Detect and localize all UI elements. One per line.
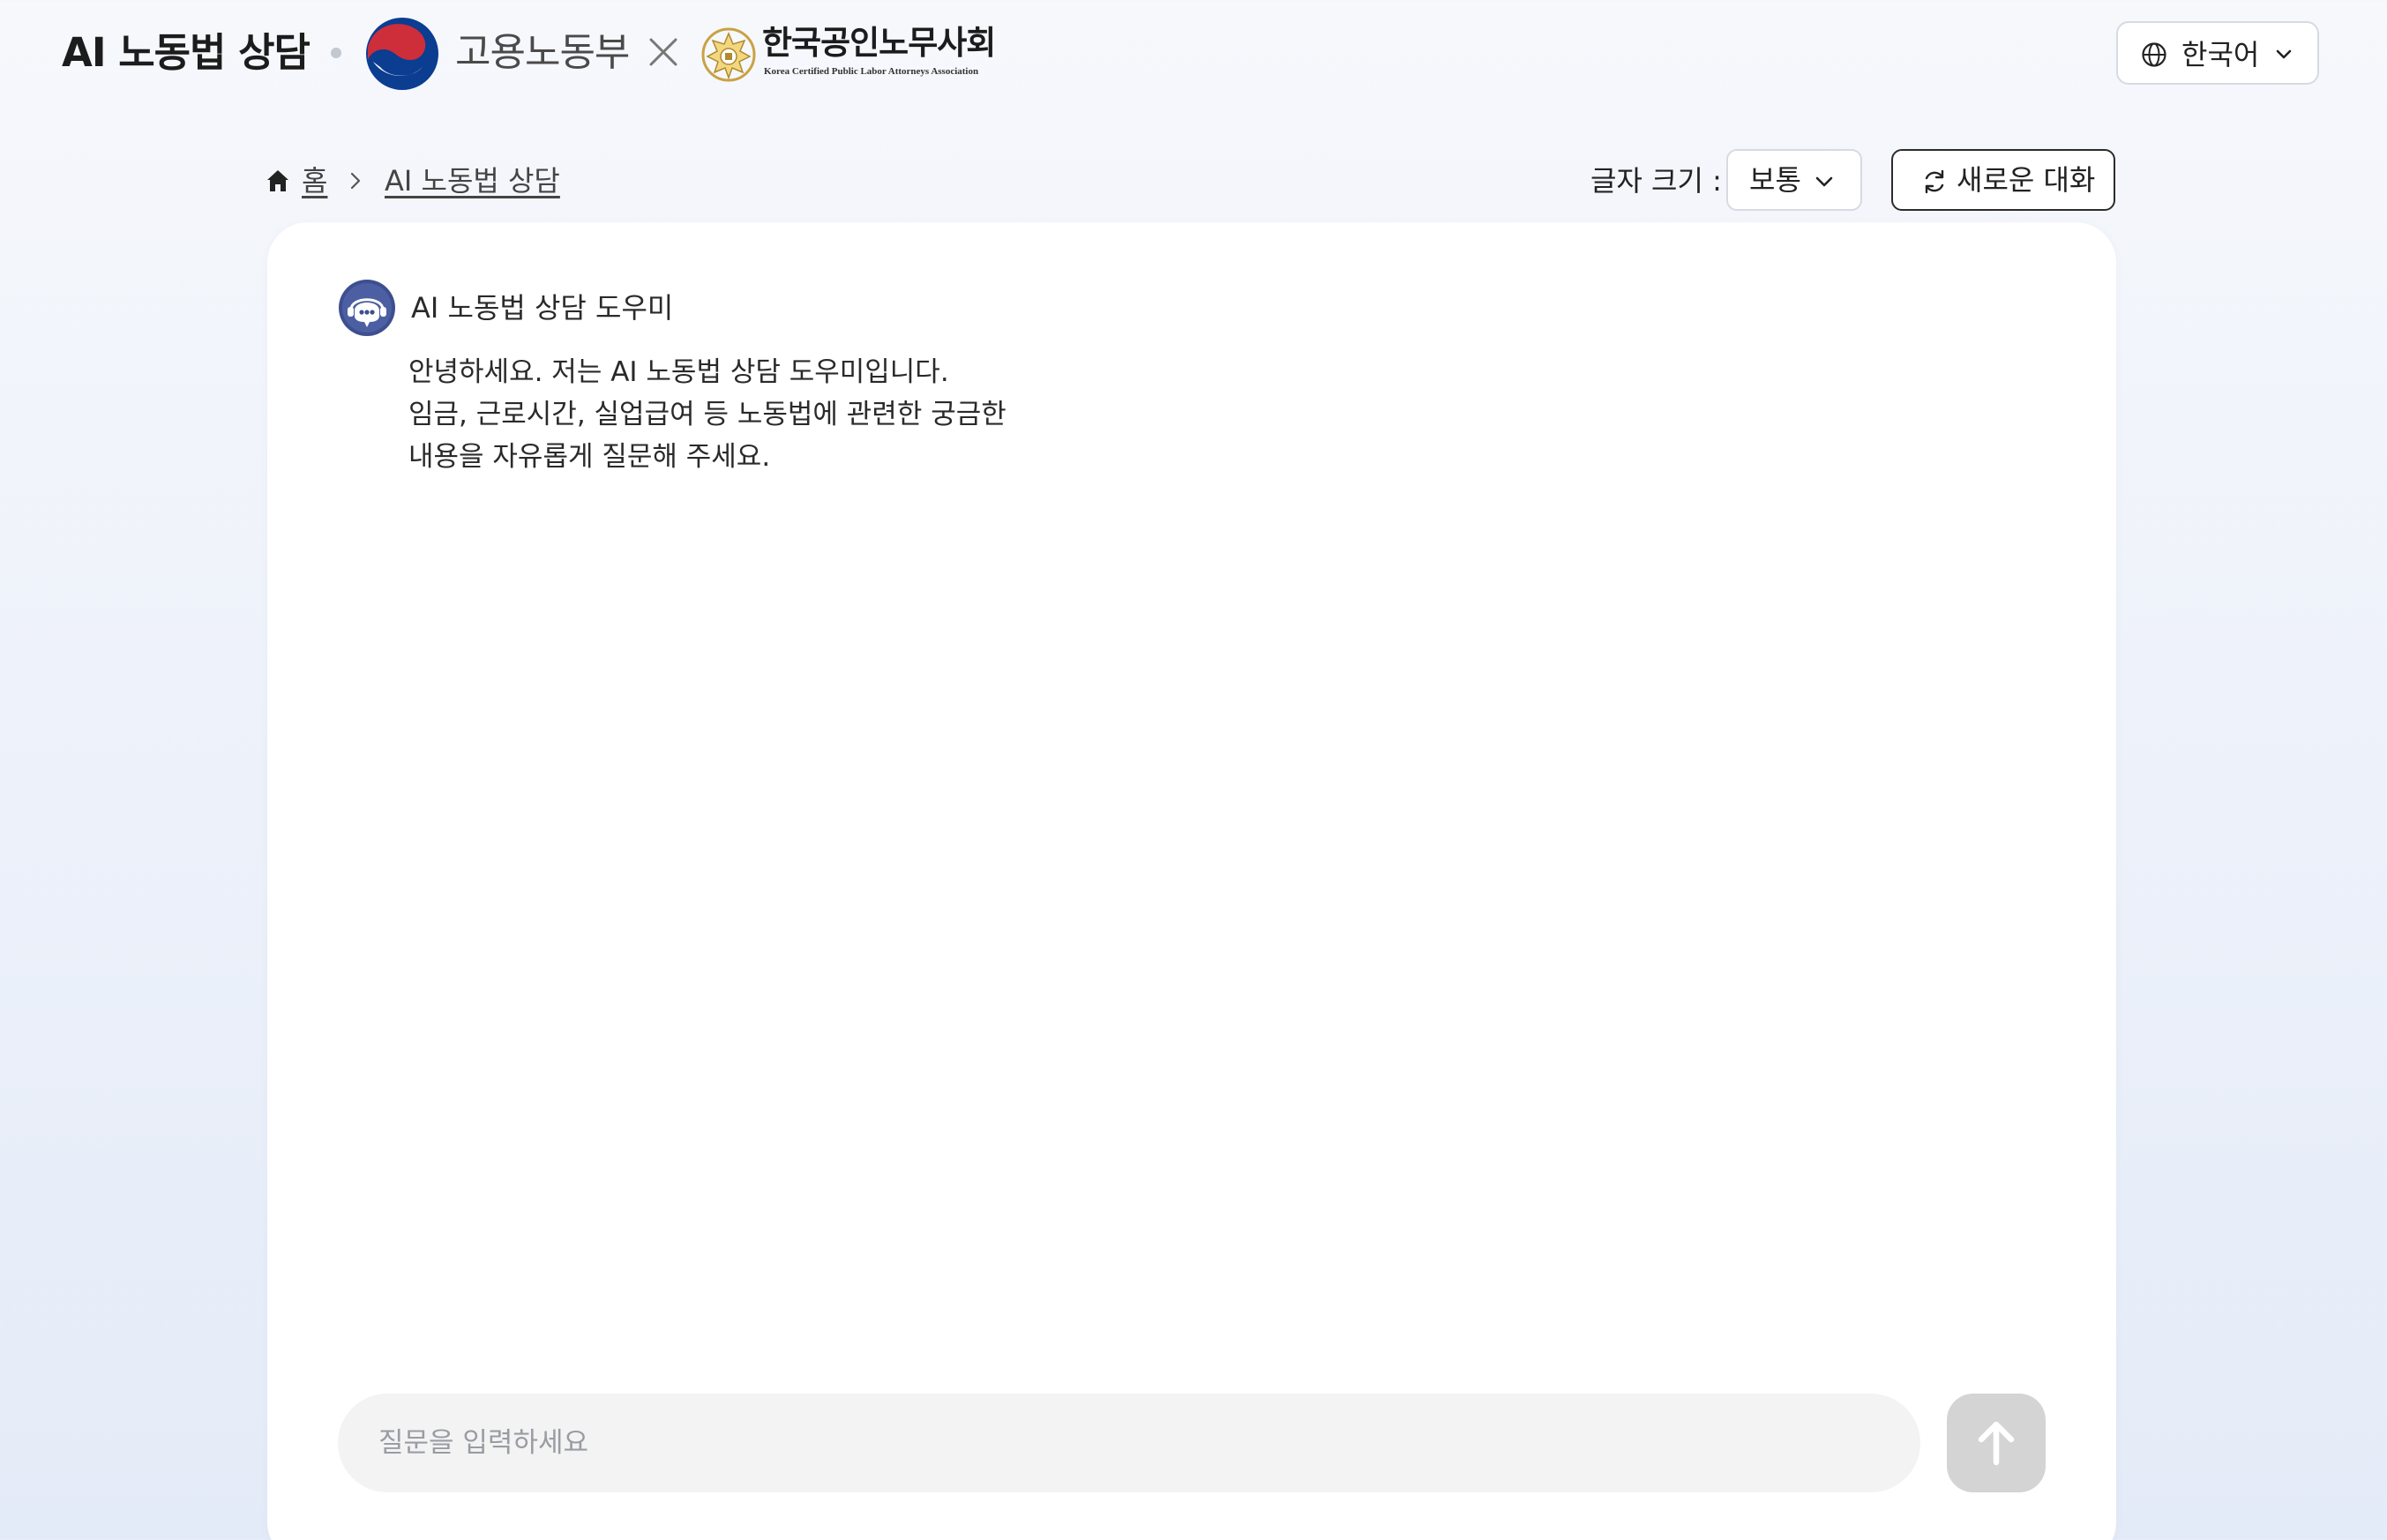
title-separator-dot: [331, 48, 341, 58]
kcpla-english-name: Korea Certified Public Labor Attorneys A…: [764, 66, 979, 77]
moel-emblem-icon: [366, 18, 438, 90]
bot-avatar-icon: [339, 280, 395, 336]
chevron-right-icon: [350, 172, 361, 190]
chat-panel: AI 노동법 상담 도우미 안녕하세요. 저는 AI 노동법 상담 도우미입니다…: [267, 222, 2116, 1540]
question-input[interactable]: [338, 1394, 1920, 1492]
message-line: 안녕하세요. 저는 AI 노동법 상담 도우미입니다.: [408, 356, 949, 388]
app-title[interactable]: AI 노동법 상담: [62, 25, 311, 81]
home-icon[interactable]: [265, 168, 291, 194]
bot-name: AI 노동법 상담 도우미: [411, 291, 674, 325]
top-header: AI 노동법 상담 고용노동부 한국공인노무사회 Korea Certified…: [0, 0, 2387, 106]
globe-icon: [2142, 42, 2166, 67]
language-label: 한국어: [2181, 38, 2260, 71]
collaboration-cross-icon: [649, 38, 677, 66]
message-line: 임금, 근로시간, 실업급여 등 노동법에 관련한 궁금한: [408, 399, 1006, 430]
send-button[interactable]: [1947, 1394, 2046, 1492]
moel-name: 고용노동부: [455, 30, 630, 75]
refresh-icon: [1925, 169, 1944, 194]
message-line: 내용을 자유롭게 질문해 주세요.: [408, 441, 771, 473]
chevron-down-icon: [2276, 49, 2292, 59]
font-size-label: 글자 크기 :: [1590, 164, 1722, 198]
new-chat-label: 새로운 대화: [1957, 163, 2096, 197]
language-select[interactable]: 한국어: [2116, 21, 2319, 85]
breadcrumb-current-link[interactable]: AI 노동법 상담: [385, 161, 560, 200]
kcpla-emblem-icon: [701, 27, 756, 82]
kcpla-name: 한국공인노무사회: [762, 24, 996, 62]
bot-message: 안녕하세요. 저는 AI 노동법 상담 도우미입니다. 임금, 근로시간, 실업…: [408, 351, 1079, 478]
arrow-up-icon: [1978, 1421, 2015, 1466]
breadcrumb-home-link[interactable]: 홈: [302, 161, 327, 200]
new-chat-button[interactable]: 새로운 대화: [1891, 149, 2115, 211]
chevron-down-icon: [1815, 176, 1833, 187]
font-size-value: 보통: [1749, 163, 1801, 197]
font-size-select[interactable]: 보통: [1726, 149, 1862, 211]
